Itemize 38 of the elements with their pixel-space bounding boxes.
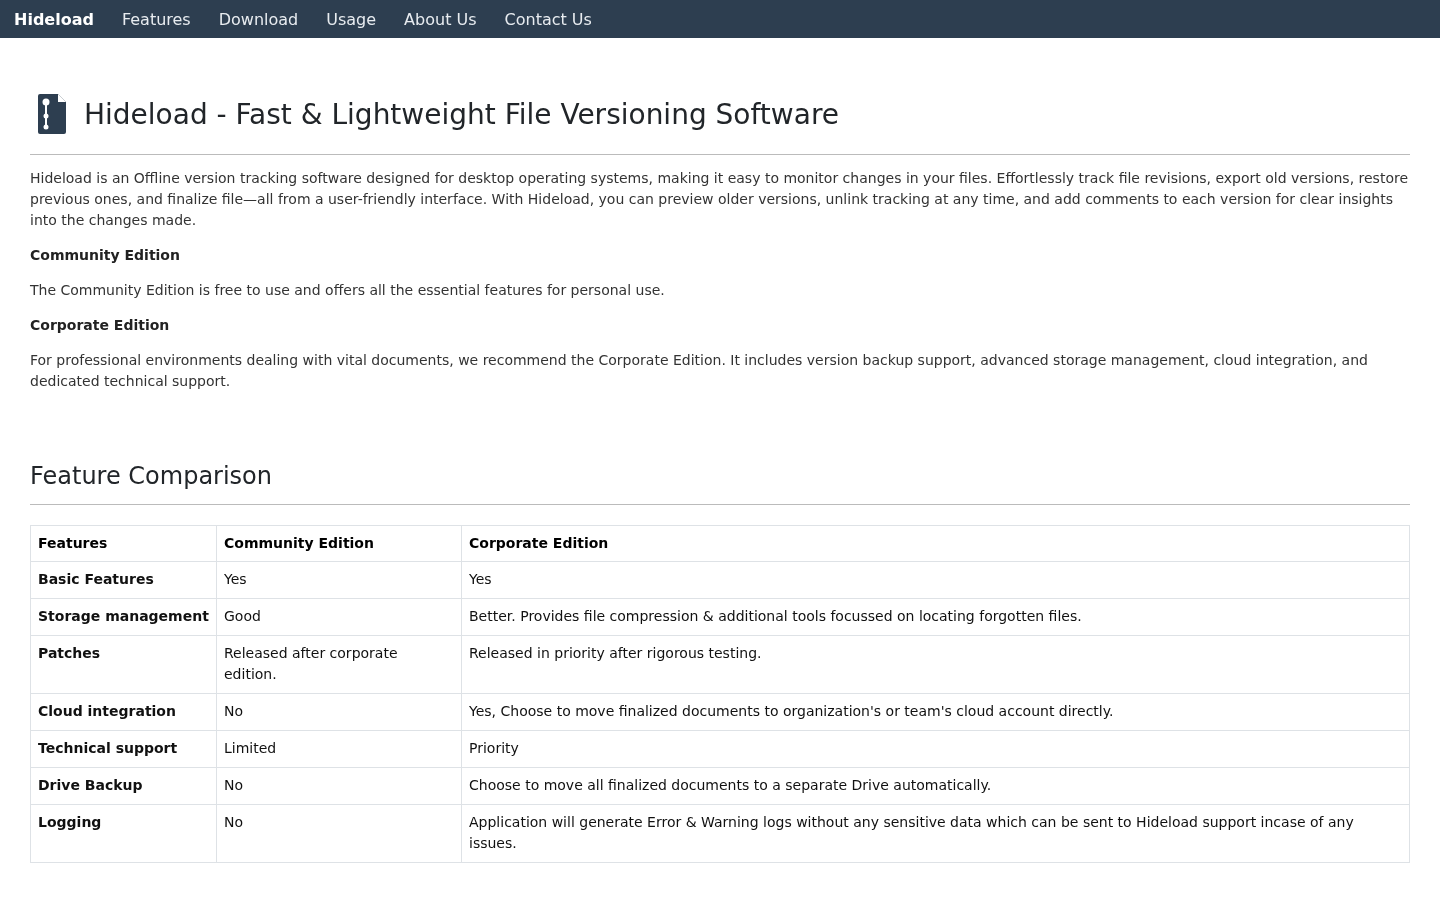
column-header: Community Edition — [216, 525, 462, 562]
edition-description: The Community Edition is free to use and offers all the essential features for personal use. — [30, 281, 666, 300]
table-cell: Released after corporate edition. — [216, 635, 462, 694]
intro-paragraph: Hideload is an Offline version tracking software designed for desktop operating systems, making it easy to monitor changes in your files. Effortlessly track file revisions, export old versions, restore previous ones, and finalize file—all from a user-friendly interface. With Hideload, you can preview older versions, unlink tracking at any time, and add comments to each version for clear insights into the changes made. — [30, 169, 1409, 230]
nav-link[interactable]: About Us — [404, 9, 477, 29]
section-heading: Feature Comparison — [30, 462, 1410, 505]
edition-heading: Community Edition — [30, 246, 181, 265]
table-cell: Priority — [461, 730, 1410, 768]
brand-link[interactable]: Hideload — [14, 9, 94, 29]
table-cell: No — [216, 804, 462, 863]
nav-link[interactable]: Download — [218, 9, 299, 29]
nav-link[interactable]: Contact Us — [504, 9, 592, 29]
row-header: Basic Features — [30, 561, 217, 599]
column-header: Features — [30, 525, 217, 562]
page-title: Hideload - Fast & Lightweight File Versioning Software — [84, 97, 839, 131]
table-cell: Better. Provides file compression & additional tools focussed on locating forgotten files. — [461, 598, 1410, 636]
edition-description: For professional environments dealing with vital documents, we recommend the Corporate Edition. It includes version backup support, advanced storage management, cloud integration, and dedicated technical support. — [30, 351, 1369, 391]
nav-link[interactable]: Usage — [326, 9, 377, 29]
row-header: Storage management — [30, 598, 217, 636]
table-cell: Choose to move all finalized documents to a separate Drive automatically. — [461, 767, 1410, 805]
file-icon — [38, 94, 68, 134]
edition-heading: Corporate Edition — [30, 316, 171, 335]
row-header: Patches — [30, 635, 217, 694]
table-cell: Yes, Choose to move finalized documents to organization's or team's cloud account directly. — [461, 693, 1410, 731]
table-cell: Limited — [216, 730, 462, 768]
nav-link[interactable]: Features — [121, 9, 191, 29]
table-cell: Yes — [461, 561, 1410, 599]
table-cell: No — [216, 767, 462, 805]
column-header: Corporate Edition — [461, 525, 1410, 562]
row-header: Technical support — [30, 730, 217, 768]
table-cell: Application will generate Error & Warning logs without any sensitive data which can be sent to Hideload support incase of any issues. — [461, 804, 1410, 863]
row-header: Logging — [30, 804, 217, 863]
table-cell: Yes — [216, 561, 462, 599]
table-cell: Released in priority after rigorous testing. — [461, 635, 1410, 694]
table-cell: No — [216, 693, 462, 731]
table-cell: Good — [216, 598, 462, 636]
row-header: Drive Backup — [30, 767, 217, 805]
row-header: Cloud integration — [30, 693, 217, 731]
